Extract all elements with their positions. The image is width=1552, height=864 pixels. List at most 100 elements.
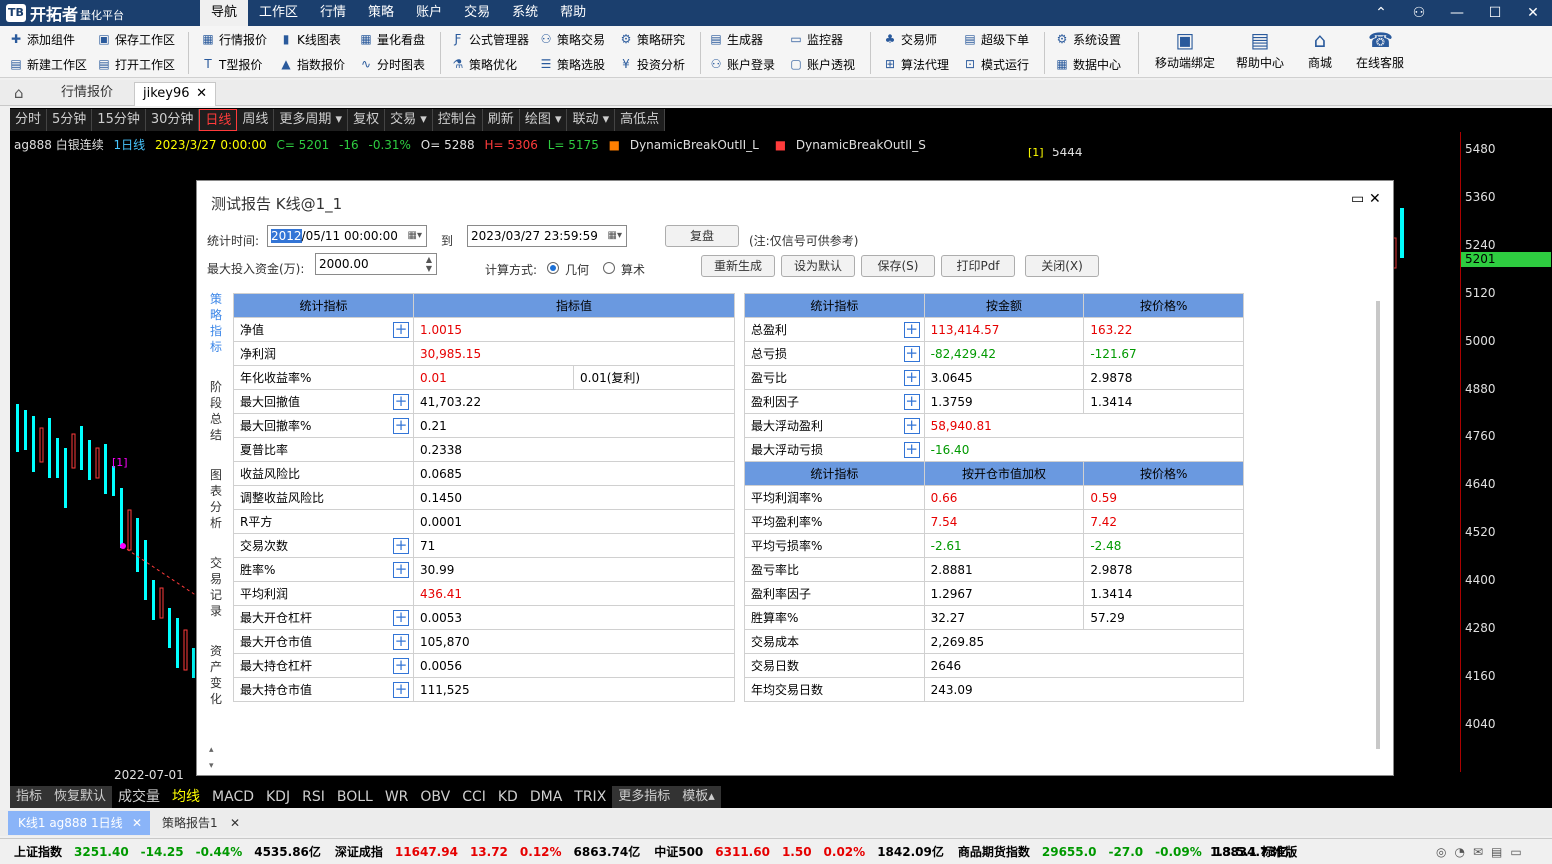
expand-icon[interactable]: +: [393, 658, 409, 674]
capital-input[interactable]: 2000.00 ▲ ▼: [315, 253, 437, 275]
index-quote[interactable]: 深证成指 11647.94 13.72 0.12% 6863.74亿: [335, 843, 640, 860]
save-button[interactable]: 保存(S): [861, 255, 935, 277]
tab-quote[interactable]: 行情报价: [44, 82, 130, 106]
quote-report-button[interactable]: ▦ 行情报价: [200, 28, 267, 50]
save-workspace-button[interactable]: ▣ 保存工作区: [96, 28, 175, 50]
expand-icon[interactable]: +: [393, 634, 409, 650]
print-pdf-button[interactable]: 打印Pdf: [941, 255, 1015, 277]
menu-item-0[interactable]: 导航: [200, 0, 249, 26]
mode-run-button[interactable]: ⊡ 模式运行: [962, 53, 1029, 75]
menu-item-5[interactable]: 交易: [453, 0, 501, 26]
side-tab-2[interactable]: 图表分析: [209, 467, 223, 531]
menu-item-6[interactable]: 系统: [501, 0, 549, 26]
quant-board-button[interactable]: ▦ 量化看盘: [358, 28, 425, 50]
start-date-input[interactable]: 2012/05/11 00:00:00 ▦▾: [267, 225, 427, 247]
period-tab-4[interactable]: 日线: [199, 109, 238, 131]
regenerate-button[interactable]: 重新生成: [701, 255, 775, 277]
side-tab-0[interactable]: 策略指标: [209, 291, 223, 355]
indicator-15[interactable]: 模板▴: [676, 786, 721, 808]
close-tab-icon[interactable]: ✕: [196, 83, 207, 105]
arithmetic-radio[interactable]: [603, 262, 615, 274]
period-tab-7[interactable]: 复权: [348, 109, 386, 131]
side-tab-4[interactable]: 资产变化: [209, 643, 223, 707]
tab-strategy-report[interactable]: 策略报告1 ✕: [152, 811, 244, 835]
indicator-13[interactable]: TRIX: [568, 786, 612, 808]
online-service-button[interactable]: ☎ 在线客服: [1345, 28, 1415, 76]
period-tab-9[interactable]: 控制台: [432, 109, 483, 131]
period-tab-13[interactable]: 高低点: [615, 109, 666, 131]
home-icon[interactable]: ⌂: [14, 84, 24, 102]
indicator-9[interactable]: OBV: [414, 786, 456, 808]
period-tab-11[interactable]: 绘图 ▾: [519, 109, 568, 131]
maximize-button[interactable]: ☐: [1476, 0, 1514, 26]
indicator-1[interactable]: 恢复默认: [48, 786, 113, 808]
mobile-bind-button[interactable]: ▣ 移动端绑定: [1150, 28, 1220, 76]
period-tab-0[interactable]: 分时: [10, 109, 48, 131]
period-tab-6[interactable]: 更多周期 ▾: [274, 109, 349, 131]
expand-icon[interactable]: +: [393, 394, 409, 410]
user-icon[interactable]: ⚇: [1400, 0, 1438, 26]
super-order-button[interactable]: ▤ 超级下单: [962, 28, 1029, 50]
side-tab-3[interactable]: 交易记录: [209, 555, 223, 619]
formula-manager-button[interactable]: Ƒ 公式管理器: [450, 28, 529, 50]
expand-icon[interactable]: +: [393, 562, 409, 578]
menu-item-1[interactable]: 工作区: [248, 0, 309, 26]
menu-item-4[interactable]: 账户: [405, 0, 453, 26]
indicator-0[interactable]: 指标: [10, 786, 49, 808]
add-component-button[interactable]: ✚ 添加组件: [8, 28, 75, 50]
collapse-icon[interactable]: ⌃: [1362, 0, 1400, 26]
close-button[interactable]: 关闭(X): [1025, 255, 1099, 277]
expand-icon[interactable]: +: [903, 346, 920, 362]
index-quote[interactable]: 上证指数 3251.40 -14.25 -0.44% 4535.86亿: [14, 843, 321, 860]
menu-item-2[interactable]: 行情: [309, 0, 357, 26]
expand-icon[interactable]: +: [393, 418, 409, 434]
close-icon[interactable]: ✕: [1369, 191, 1381, 207]
index-quote[interactable]: 中证500 6311.60 1.50 0.02% 1842.09亿: [654, 843, 944, 860]
vertical-scrollbar[interactable]: [1376, 301, 1380, 749]
algo-agent-button[interactable]: ⊞ 算法代理: [882, 53, 949, 75]
account-login-button[interactable]: ⚇ 账户登录: [708, 53, 775, 75]
tab-jikey96[interactable]: jikey96 ✕: [134, 82, 216, 106]
set-default-button[interactable]: 设为默认: [781, 255, 855, 277]
menu-item-7[interactable]: 帮助: [549, 0, 597, 26]
maximize-icon[interactable]: ▭: [1351, 191, 1364, 207]
generator-button[interactable]: ▤ 生成器: [708, 28, 763, 50]
spinner-icon[interactable]: ▲ ▼: [426, 255, 432, 273]
indicator-10[interactable]: CCI: [456, 786, 492, 808]
t-quote-button[interactable]: T T型报价: [200, 53, 262, 75]
strategy-optimize-button[interactable]: ⚗ 策略优化: [450, 53, 517, 75]
period-tab-2[interactable]: 15分钟: [92, 109, 146, 131]
tab-kline[interactable]: K线1 ag888 1日线 ✕: [8, 811, 150, 835]
period-tab-5[interactable]: 周线: [237, 109, 275, 131]
indicator-7[interactable]: BOLL: [331, 786, 379, 808]
indicator-2[interactable]: 成交量: [112, 786, 166, 808]
indicator-8[interactable]: WR: [379, 786, 415, 808]
kline-chart-button[interactable]: ▮ K线图表: [278, 28, 341, 50]
indicator-12[interactable]: DMA: [524, 786, 568, 808]
close-button[interactable]: ✕: [1514, 0, 1552, 26]
period-tab-12[interactable]: 联动 ▾: [567, 109, 616, 131]
calendar-icon[interactable]: ▦▾: [408, 226, 422, 246]
status-icons[interactable]: ◎◔✉▤▭: [1436, 845, 1530, 859]
expand-icon[interactable]: +: [903, 370, 920, 386]
side-tab-1[interactable]: 阶段总结: [209, 379, 223, 443]
investment-analysis-button[interactable]: ¥ 投资分析: [618, 53, 685, 75]
period-tab-10[interactable]: 刷新: [482, 109, 520, 131]
expand-icon[interactable]: +: [393, 538, 409, 554]
period-tab-3[interactable]: 30分钟: [145, 109, 200, 131]
strategy-research-button[interactable]: ⚙ 策略研究: [618, 28, 685, 50]
expand-icon[interactable]: +: [393, 610, 409, 626]
expand-icon[interactable]: +: [903, 442, 920, 458]
replay-button[interactable]: 复盘: [665, 225, 739, 247]
monitor-button[interactable]: ▭ 监控器: [788, 28, 843, 50]
indicator-6[interactable]: RSI: [296, 786, 331, 808]
new-workspace-button[interactable]: ▤ 新建工作区: [8, 53, 87, 75]
close-tab-icon[interactable]: ✕: [230, 811, 240, 835]
expand-icon[interactable]: +: [903, 418, 920, 434]
indicator-14[interactable]: 更多指标: [612, 786, 677, 808]
strategy-stock-pick-button[interactable]: ☰ 策略选股: [538, 53, 605, 75]
system-settings-button[interactable]: ⚙ 系统设置: [1054, 28, 1121, 50]
minimize-button[interactable]: —: [1438, 0, 1476, 26]
expand-icon[interactable]: +: [393, 322, 409, 338]
strategy-trade-button[interactable]: ⚇ 策略交易: [538, 28, 605, 50]
